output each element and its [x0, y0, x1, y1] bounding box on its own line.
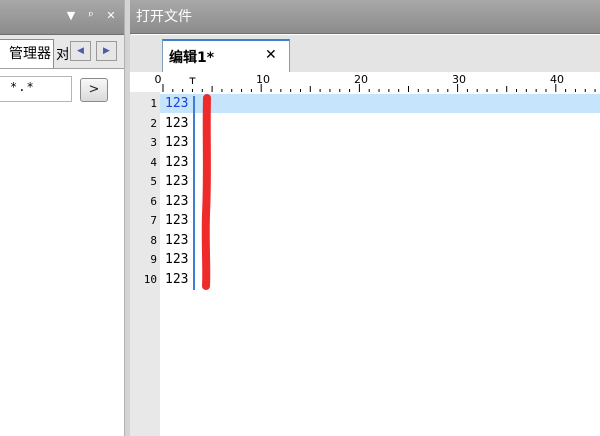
ruler-label-20: 20	[354, 73, 368, 86]
ruler-label-10: 10	[256, 73, 270, 86]
tab-partial[interactable]: 对	[56, 43, 68, 68]
tab-file-manager[interactable]: 管理器	[0, 39, 54, 68]
current-line-highlight	[160, 94, 600, 113]
code-line[interactable]: 123	[165, 172, 188, 191]
pin-icon[interactable]: ᵖ	[84, 9, 98, 23]
line-number[interactable]: 7	[131, 211, 157, 230]
code-line[interactable]: 123	[165, 231, 188, 250]
filter-go-button[interactable]: >	[80, 78, 108, 102]
file-filter-input[interactable]: *.*	[0, 76, 72, 102]
ruler-label-0: 0	[155, 73, 162, 86]
tab-prev-arrow-icon[interactable]: ◀	[70, 41, 91, 61]
line-number[interactable]: 3	[131, 133, 157, 152]
ruler-ticks	[162, 84, 596, 92]
code-line[interactable]: 123	[165, 114, 188, 133]
line-number[interactable]: 8	[131, 231, 157, 250]
code-line[interactable]: 123	[165, 133, 188, 152]
line-number[interactable]: 2	[131, 114, 157, 133]
panel-tab-row: 管理器 对 ◀ ▶	[0, 35, 124, 69]
dropdown-icon[interactable]: ▼	[64, 9, 78, 23]
column-ruler: 0 10 20 30 40	[130, 72, 600, 93]
panel-title-bar: ▼ ᵖ ✕	[0, 0, 124, 35]
ruler-label-30: 30	[452, 73, 466, 86]
tab-close-icon[interactable]: ✕	[265, 47, 277, 63]
line-number[interactable]: 9	[131, 250, 157, 269]
code-line[interactable]: 123	[165, 94, 188, 113]
ruler-graphic: 0 10 20 30 40	[155, 73, 596, 92]
code-line[interactable]: 123	[165, 153, 188, 172]
tab-document[interactable]: 编辑1* ✕	[162, 39, 290, 72]
window-title: 打开文件	[136, 9, 192, 25]
line-number[interactable]: 10	[131, 270, 157, 289]
close-icon[interactable]: ✕	[104, 9, 118, 23]
file-manager-panel: ▼ ᵖ ✕ 管理器 对 ◀ ▶ *.* >	[0, 0, 125, 436]
editor-title-bar: 打开文件	[130, 0, 600, 34]
code-line[interactable]: 123	[165, 270, 188, 289]
line-number[interactable]: 6	[131, 192, 157, 211]
document-tab-bar: 编辑1* ✕	[130, 35, 600, 73]
line-number[interactable]: 5	[131, 172, 157, 191]
caret-column-marker	[189, 77, 196, 84]
line-number[interactable]: 4	[131, 153, 157, 172]
line-number[interactable]: 1	[131, 94, 157, 113]
editor-content[interactable]: 123 123 123 123 123 123 123 123 123 123	[160, 92, 600, 436]
code-line[interactable]: 123	[165, 250, 188, 269]
red-annotation-mark	[201, 94, 211, 290]
code-line[interactable]: 123	[165, 211, 188, 230]
ruler-label-40: 40	[550, 73, 564, 86]
document-tab-label: 编辑1*	[169, 50, 215, 66]
caret-column-marker-shape	[189, 77, 196, 84]
tab-next-arrow-icon[interactable]: ▶	[96, 41, 117, 61]
line-number-gutter[interactable]: 1 2 3 4 5 6 7 8 9 10	[130, 92, 160, 436]
code-line[interactable]: 123	[165, 192, 188, 211]
column-selection-bar	[193, 96, 195, 290]
